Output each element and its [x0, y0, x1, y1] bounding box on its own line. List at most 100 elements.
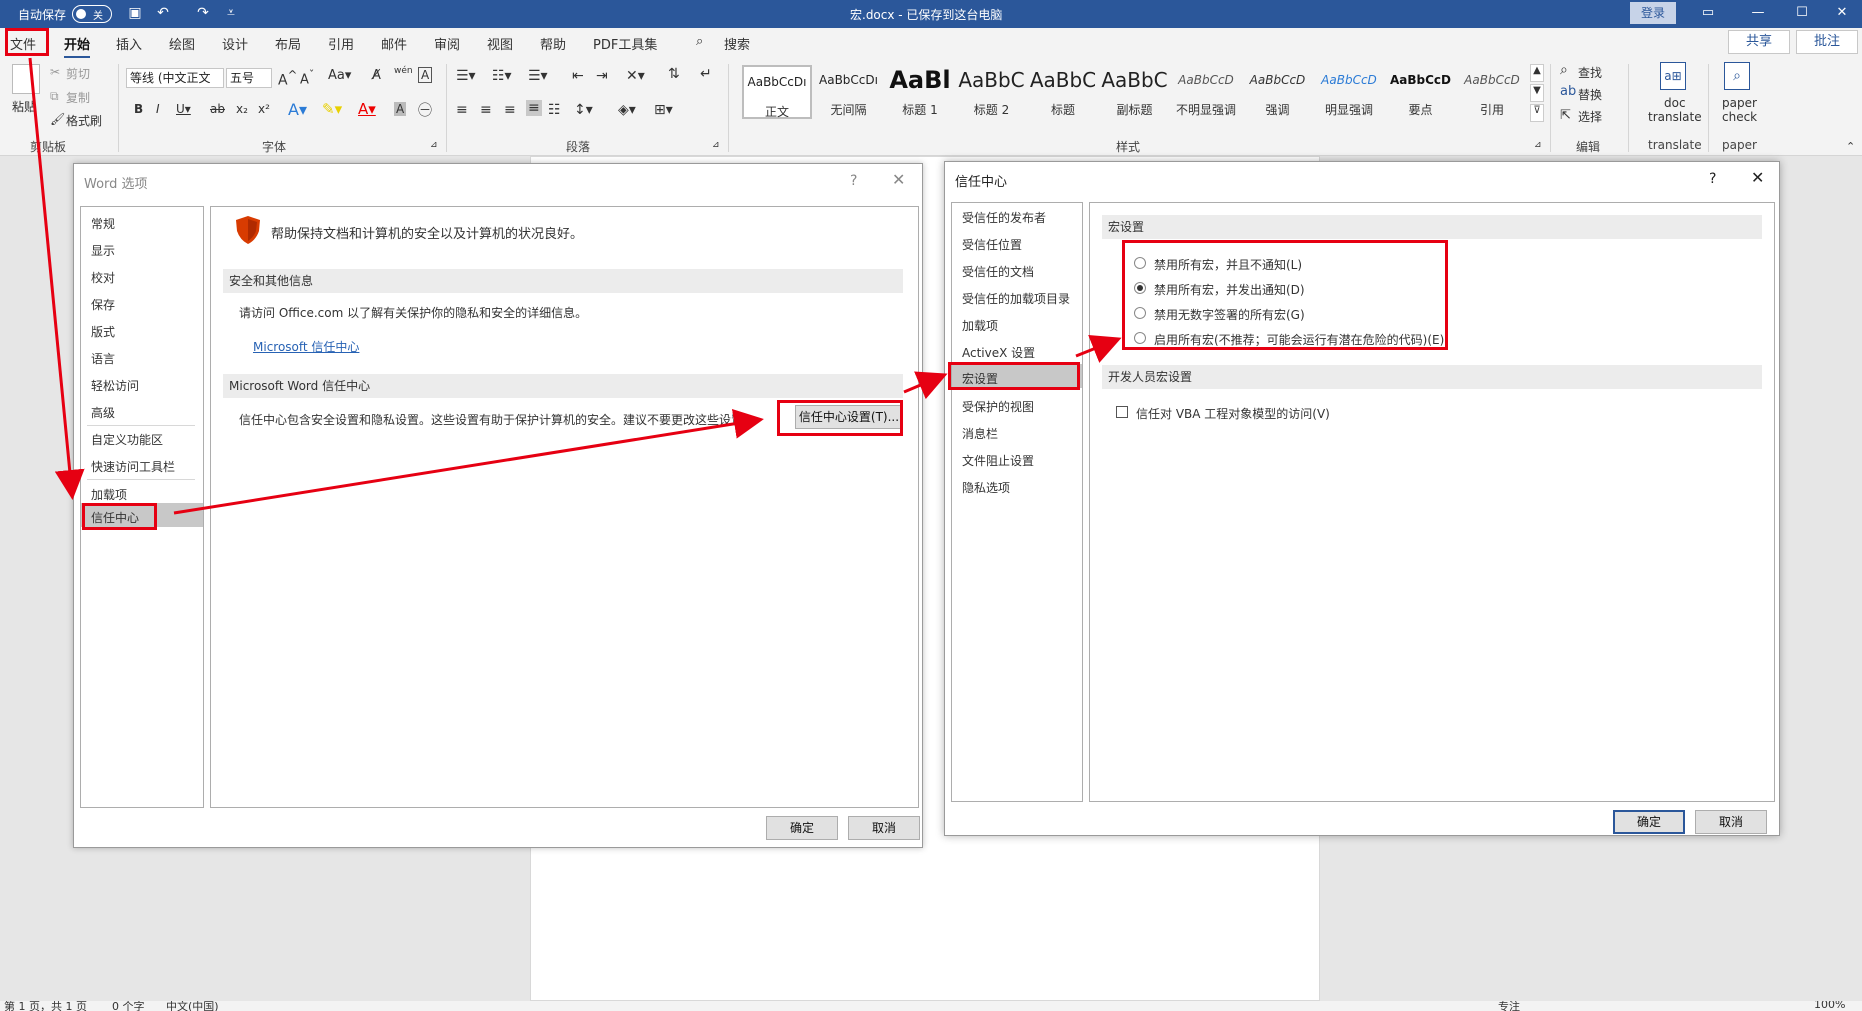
shrink-font-icon[interactable]: Aˇ — [300, 68, 314, 87]
highlight-icon[interactable]: ✎▾ — [322, 100, 342, 118]
tab-view[interactable]: 视图 — [487, 34, 513, 53]
nav-item-save[interactable]: 保存 — [91, 296, 115, 313]
replace-icon[interactable]: ab — [1560, 84, 1576, 99]
ok-button[interactable]: 确定 — [766, 816, 838, 840]
help-icon[interactable]: ? — [1709, 171, 1716, 187]
format-painter-button[interactable]: 格式刷 — [66, 112, 102, 129]
font-dialog-launcher-icon[interactable]: ⊿ — [430, 140, 438, 150]
style-item[interactable]: AaBbCcD 强调 — [1243, 65, 1313, 119]
word-count[interactable]: 0 个字 — [112, 1001, 145, 1011]
styles-scroll-up-icon[interactable]: ▲ — [1530, 64, 1544, 82]
paper-line2[interactable]: check — [1722, 110, 1757, 124]
comments-button[interactable]: 批注 — [1796, 30, 1858, 54]
distributed-icon[interactable]: ☷ — [548, 102, 561, 118]
nav-item-privacy[interactable]: 隐私选项 — [962, 479, 1010, 496]
ms-trust-center-link[interactable]: Microsoft 信任中心 — [253, 338, 359, 355]
save-icon[interactable]: ▣ — [126, 4, 144, 22]
close-icon[interactable]: ✕ — [892, 170, 905, 189]
cut-button[interactable]: 剪切 — [66, 65, 90, 82]
replace-button[interactable]: 替换 — [1578, 86, 1602, 103]
paste-icon[interactable] — [12, 64, 40, 94]
cancel-button[interactable]: 取消 — [848, 816, 920, 840]
subscript-icon[interactable]: x₂ — [236, 102, 248, 116]
translate-line2[interactable]: translate — [1648, 110, 1702, 124]
increase-indent-icon[interactable]: ⇥ — [596, 68, 608, 84]
page-count[interactable]: 第 1 页，共 1 页 — [4, 1001, 87, 1011]
justify-icon[interactable]: ≡ — [526, 100, 542, 116]
italic-icon[interactable]: I — [156, 102, 160, 116]
nav-item-addins[interactable]: 加载项 — [91, 486, 127, 503]
share-button[interactable]: 共享 — [1728, 30, 1790, 54]
select-button[interactable]: 选择 — [1578, 108, 1602, 125]
style-item[interactable]: AaBbC 标题 — [1028, 65, 1098, 119]
superscript-icon[interactable]: x² — [258, 102, 270, 116]
tab-layout[interactable]: 布局 — [275, 34, 301, 53]
style-item[interactable]: AaBl 标题 1 — [885, 65, 955, 119]
tab-help[interactable]: 帮助 — [540, 34, 566, 53]
char-border-icon[interactable]: A — [418, 67, 433, 83]
font-color-icon[interactable]: A▾ — [358, 100, 376, 118]
select-icon[interactable]: ⇱ — [1560, 108, 1571, 123]
nav-item-accessibility[interactable]: 轻松访问 — [91, 377, 139, 394]
style-item[interactable]: AaBbCcD 明显强调 — [1314, 65, 1384, 119]
maximize-icon[interactable]: ☐ — [1782, 2, 1822, 24]
zoom-level[interactable]: 100% — [1814, 1001, 1845, 1011]
style-item[interactable]: AaBbCcDı 无间隔 — [814, 65, 884, 119]
tab-insert[interactable]: 插入 — [116, 34, 142, 53]
tab-pdf-tools[interactable]: PDF工具集 — [593, 34, 657, 53]
nav-item-message-bar[interactable]: 消息栏 — [962, 425, 998, 442]
copy-icon[interactable]: ⧉ — [50, 89, 59, 104]
shading-icon[interactable]: ◈▾ — [618, 102, 636, 118]
search-icon[interactable]: ⌕ — [696, 34, 703, 49]
ok-button[interactable]: 确定 — [1613, 810, 1685, 834]
bullets-icon[interactable]: ☰▾ — [456, 68, 476, 84]
tab-mailings[interactable]: 邮件 — [381, 34, 407, 53]
focus-button[interactable]: 专注 — [1498, 1001, 1520, 1011]
nav-item-general[interactable]: 常规 — [91, 215, 115, 232]
nav-item-customize-ribbon[interactable]: 自定义功能区 — [91, 431, 163, 448]
sort-icon[interactable]: ⇅ — [668, 66, 680, 82]
paper-line1[interactable]: paper — [1722, 96, 1757, 110]
underline-icon[interactable]: U▾ — [176, 102, 191, 116]
nav-item-display[interactable]: 显示 — [91, 242, 115, 259]
numbering-icon[interactable]: ☷▾ — [492, 68, 512, 84]
format-painter-icon[interactable]: 🖌 — [50, 112, 65, 126]
login-button[interactable]: 登录 — [1630, 2, 1676, 24]
tab-home[interactable]: 开始 — [64, 34, 91, 59]
close-window-icon[interactable]: ✕ — [1822, 2, 1862, 24]
collapse-ribbon-icon[interactable]: ⌃ — [1846, 140, 1855, 153]
redo-icon[interactable]: ↷ — [194, 4, 212, 22]
chinese-layout-icon[interactable]: ✕▾ — [626, 68, 645, 84]
help-icon[interactable]: ? — [850, 173, 857, 189]
translate-line1[interactable]: doc — [1664, 96, 1686, 110]
bold-icon[interactable]: B — [134, 102, 143, 116]
minimize-icon[interactable]: — — [1738, 2, 1778, 24]
show-marks-icon[interactable]: ↵ — [700, 66, 712, 82]
borders-icon[interactable]: ⊞▾ — [654, 102, 673, 118]
decrease-indent-icon[interactable]: ⇤ — [572, 68, 584, 84]
style-item[interactable]: AaBbCcD 要点 — [1386, 65, 1456, 119]
styles-scroll-down-icon[interactable]: ▼ — [1530, 84, 1544, 102]
text-effects-icon[interactable]: A▾ — [288, 100, 307, 119]
line-spacing-icon[interactable]: ↕▾ — [574, 102, 593, 118]
enclose-char-icon[interactable]: ㊀ — [418, 100, 432, 120]
search-box[interactable]: 搜索 — [724, 34, 750, 53]
ribbon-display-icon[interactable]: ▭ — [1688, 2, 1728, 24]
undo-icon[interactable]: ↶ — [154, 4, 172, 22]
grow-font-icon[interactable]: A^ — [278, 68, 297, 89]
autosave-toggle[interactable]: 关 — [72, 5, 112, 23]
clear-format-icon[interactable]: A̸ — [372, 68, 381, 83]
nav-item-file-block[interactable]: 文件阻止设置 — [962, 452, 1034, 469]
style-item[interactable]: AaBbCcD 引用 — [1457, 65, 1527, 119]
font-size-select[interactable]: 五号 — [226, 68, 272, 88]
paragraph-dialog-launcher-icon[interactable]: ⊿ — [712, 140, 720, 150]
align-center-icon[interactable]: ≡ — [480, 102, 492, 118]
copy-button[interactable]: 复制 — [66, 89, 90, 106]
cut-icon[interactable]: ✂ — [50, 65, 60, 79]
nav-item-activex[interactable]: ActiveX 设置 — [962, 344, 1035, 361]
phonetic-guide-icon[interactable]: wén — [394, 66, 413, 76]
nav-item-trusted-documents[interactable]: 受信任的文档 — [962, 263, 1034, 280]
nav-item-addins[interactable]: 加载项 — [962, 317, 998, 334]
change-case-icon[interactable]: Aa▾ — [328, 68, 351, 83]
vba-trust-label[interactable]: 信任对 VBA 工程对象模型的访问(V) — [1136, 405, 1330, 422]
